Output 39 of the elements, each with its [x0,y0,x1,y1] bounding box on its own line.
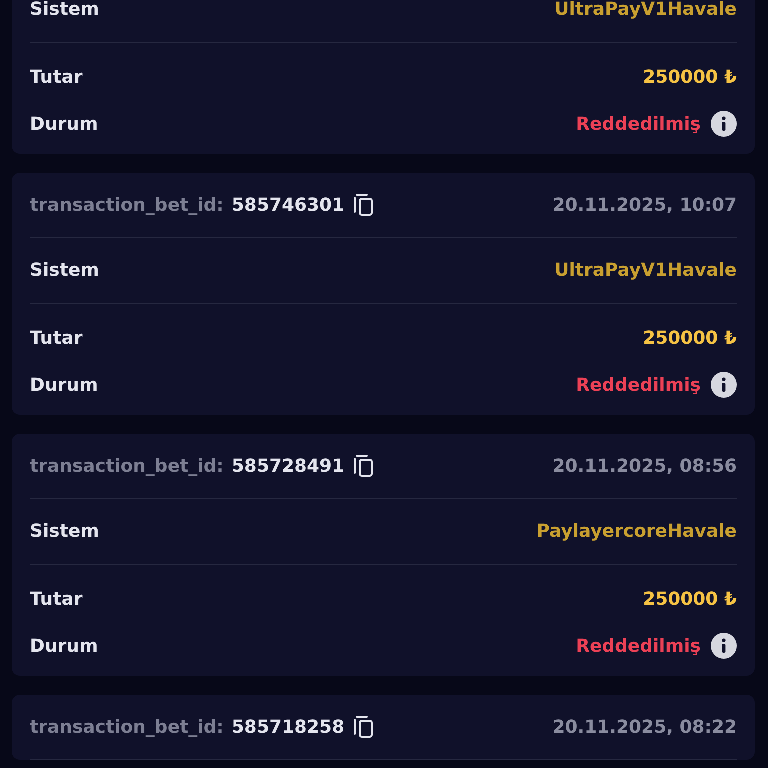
system-value: PaylayercoreHavale [536,521,737,542]
amount-label: Tutar [30,588,83,610]
amount-label: Tutar [30,328,83,348]
transaction-id: 585728491 [232,456,345,476]
info-button[interactable] [711,633,737,659]
transaction-date: 20.11.2025, 08:22 [552,716,737,738]
amount-value: 250000 ₺ [643,66,737,88]
status-value: Reddedilmiş [576,114,701,134]
info-icon [711,372,737,398]
copy-button[interactable] [352,715,375,739]
system-label: Sistem [30,521,100,542]
transaction-date: 20.11.2025, 08:56 [552,456,737,476]
system-value: UltraPayV1Havale [554,260,737,281]
id-label: transaction_bet_id: [30,716,224,738]
copy-button[interactable] [352,454,375,478]
amount-label: Tutar [30,66,83,88]
id-label: transaction_bet_id: [30,456,224,476]
amount-value: 250000 ₺ [643,588,737,610]
transaction-date: 20.11.2025, 10:07 [552,194,737,216]
info-button[interactable] [711,111,737,137]
info-icon [711,111,737,137]
status-label: Durum [30,114,98,134]
amount-value: 250000 ₺ [643,328,737,348]
system-label: Sistem [30,0,100,20]
copy-icon [352,193,375,217]
copy-button[interactable] [352,193,375,217]
status-value: Reddedilmiş [576,636,701,656]
status-label: Durum [30,636,98,656]
status-label: Durum [30,374,98,396]
transaction-id: 585746301 [232,194,345,216]
status-value: Reddedilmiş [576,374,701,396]
copy-icon [352,715,375,739]
system-value: UltraPayV1Havale [554,0,737,20]
copy-icon [352,454,375,478]
info-icon [711,633,737,659]
id-label: transaction_bet_id: [30,194,224,216]
info-button[interactable] [711,372,737,398]
transaction-id: 585718258 [232,716,345,738]
system-label: Sistem [30,260,100,281]
